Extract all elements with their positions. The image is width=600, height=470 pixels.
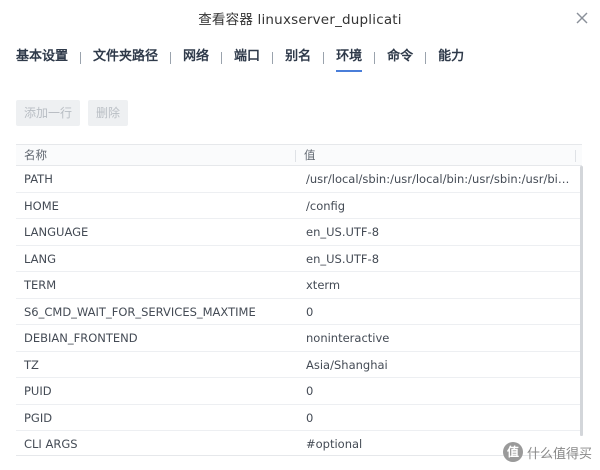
tab-divider xyxy=(80,52,82,64)
column-header-name[interactable]: 名称 xyxy=(16,145,296,165)
env-value-cell: 0 xyxy=(306,384,314,398)
tab-divider xyxy=(272,52,274,64)
view-container-dialog: 查看容器 linuxserver_duplicati 基本设置 文件夹路径 网络… xyxy=(0,0,600,470)
env-name-cell: LANGUAGE xyxy=(24,225,89,239)
tab-divider xyxy=(374,52,376,64)
watermark-logo: 值 xyxy=(502,442,523,462)
tab-command[interactable]: 命令 xyxy=(387,44,413,72)
table-row[interactable]: S6_CMD_WAIT_FOR_SERVICES_MAXTIME 0 xyxy=(16,299,582,325)
add-row-button[interactable]: 添加一行 xyxy=(16,100,81,126)
tab-aliases[interactable]: 别名 xyxy=(285,44,311,72)
env-value-cell: noninteractive xyxy=(306,331,390,345)
dialog-title-bar: 查看容器 linuxserver_duplicati xyxy=(0,0,600,36)
table-row[interactable]: TZ Asia/Shanghai xyxy=(16,352,582,378)
table-row[interactable]: LANGUAGE en_US.UTF-8 xyxy=(16,219,582,246)
table-row[interactable]: LANG en_US.UTF-8 xyxy=(16,246,582,272)
tab-divider xyxy=(221,52,223,64)
tab-divider xyxy=(170,52,172,64)
env-name-cell: PGID xyxy=(24,410,53,425)
env-name-cell: HOME xyxy=(24,198,59,213)
dialog-title: 查看容器 linuxserver_duplicati xyxy=(198,12,402,28)
env-value-cell: Asia/Shanghai xyxy=(306,357,388,372)
tab-basic-settings[interactable]: 基本设置 xyxy=(16,44,68,72)
table-row[interactable]: HOME /config xyxy=(16,193,582,219)
env-name-cell: PATH xyxy=(24,172,53,186)
tab-bar: 基本设置 文件夹路径 网络 端口 别名 环境 命令 能力 xyxy=(16,44,464,74)
table-scrollbar[interactable] xyxy=(580,166,583,436)
env-value-cell: xterm xyxy=(306,278,341,292)
column-header-value[interactable]: 值 xyxy=(296,145,576,165)
env-value-cell: /config xyxy=(306,198,346,213)
env-value-cell: en_US.UTF-8 xyxy=(306,251,380,266)
table-row[interactable]: PGID 0 xyxy=(16,405,582,431)
table-row[interactable]: PATH /usr/local/sbin:/usr/local/bin:/usr… xyxy=(16,166,582,193)
scrollbar-thumb[interactable] xyxy=(580,166,583,436)
env-name-cell: TZ xyxy=(24,357,39,372)
site-watermark: 值 什么值得买 xyxy=(502,442,592,462)
tab-ports[interactable]: 端口 xyxy=(234,44,260,72)
table-row[interactable]: TERM xterm xyxy=(16,272,582,299)
env-value-cell: 0 xyxy=(306,304,314,319)
env-toolbar: 添加一行 删除 xyxy=(16,100,129,126)
env-value-cell: /usr/local/sbin:/usr/local/bin:/usr/sbin… xyxy=(306,172,574,186)
env-table: 名称 值 PATH /usr/local/sbin:/usr/local/bin… xyxy=(16,144,582,456)
env-name-cell: PUID xyxy=(24,384,52,398)
close-icon[interactable] xyxy=(574,10,590,26)
table-row[interactable]: PUID 0 xyxy=(16,378,582,405)
table-header: 名称 值 xyxy=(16,144,582,166)
env-name-cell: S6_CMD_WAIT_FOR_SERVICES_MAXTIME xyxy=(24,304,256,319)
env-name-cell: TERM xyxy=(24,278,57,292)
tab-network[interactable]: 网络 xyxy=(183,44,209,72)
env-value-cell: en_US.UTF-8 xyxy=(306,225,380,239)
tab-divider xyxy=(323,52,325,64)
watermark-text: 什么值得买 xyxy=(526,446,592,462)
tab-capabilities[interactable]: 能力 xyxy=(438,44,464,72)
tab-divider xyxy=(425,52,427,64)
env-value-cell: 0 xyxy=(306,410,314,425)
tab-environment[interactable]: 环境 xyxy=(336,44,363,72)
env-name-cell: LANG xyxy=(24,251,57,266)
delete-button[interactable]: 删除 xyxy=(88,100,129,126)
env-name-cell: CLI ARGS xyxy=(24,437,78,451)
table-row[interactable]: CLI ARGS #optional xyxy=(16,431,582,455)
env-name-cell: DEBIAN_FRONTEND xyxy=(24,331,138,345)
tab-volume-paths[interactable]: 文件夹路径 xyxy=(93,44,158,72)
table-row[interactable]: DEBIAN_FRONTEND noninteractive xyxy=(16,325,582,352)
